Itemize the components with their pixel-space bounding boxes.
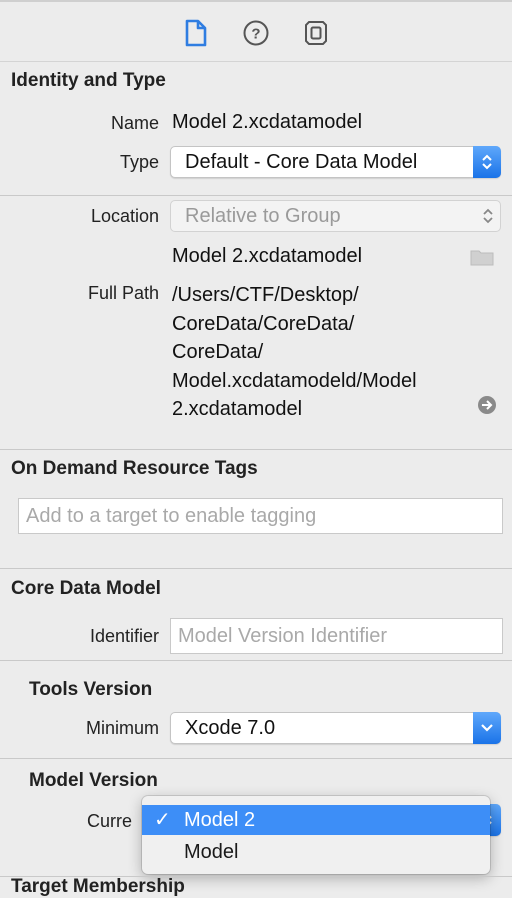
full-path-line: CoreData/CoreData/ [172, 312, 355, 335]
type-label: Type [119, 152, 159, 172]
location-popup-value: Relative to Group [185, 205, 341, 227]
name-label: Name [110, 113, 159, 133]
identity-type-title: Identity and Type [11, 70, 166, 91]
location-popup: Relative to Group [170, 200, 501, 232]
name-value[interactable]: Model 2.xcdatamodel [172, 111, 362, 134]
identity-inspector-icon[interactable] [301, 18, 331, 48]
full-path-label: Full Path [87, 283, 159, 303]
tags-input: Add to a target to enable tagging [18, 498, 503, 534]
section-divider [0, 568, 512, 569]
menu-item-model[interactable]: Model [142, 837, 490, 867]
location-file-value: Model 2.xcdatamodel [172, 245, 363, 267]
minimum-popup-value: Xcode 7.0 [185, 717, 276, 739]
on-demand-title: On Demand Resource Tags [11, 458, 258, 479]
up-down-stepper-icon [482, 201, 494, 231]
tools-version-title: Tools Version [29, 679, 153, 700]
menu-item-model-2[interactable]: ✓ Model 2 [142, 805, 490, 835]
model-version-title: Model Version [29, 770, 158, 791]
quick-help-icon[interactable]: ? [241, 18, 271, 48]
location-label: Location [90, 206, 159, 226]
section-divider [0, 449, 512, 450]
full-path-line: CoreData/ [172, 341, 264, 363]
checkmark-icon: ✓ [154, 809, 171, 831]
current-label: Curre [87, 811, 133, 831]
menu-item-label: Model 2 [184, 809, 256, 831]
minimum-popup[interactable]: Xcode 7.0 [170, 712, 501, 744]
minimum-label: Minimum [85, 718, 159, 738]
identifier-input[interactable]: Model Version Identifier [170, 618, 503, 654]
full-path-value: /Users/CTF/Desktop/ CoreData/CoreData/ C… [172, 281, 417, 424]
svg-text:?: ? [251, 26, 260, 43]
file-inspector-icon[interactable] [181, 18, 211, 48]
inspector-toolbar: ? [0, 0, 512, 62]
folder-icon[interactable] [470, 248, 494, 271]
target-membership-title: Target Membership [11, 876, 185, 897]
full-path-line: Model.xcdatamodeld/Model [172, 369, 417, 392]
core-data-model-title: Core Data Model [11, 578, 161, 599]
identity-divider [0, 195, 512, 196]
subsection-divider [0, 758, 512, 759]
type-popup-value: Default - Core Data Model [185, 151, 418, 173]
chevron-down-icon [473, 712, 501, 744]
model-version-menu: ✓ Model 2 Model [142, 796, 490, 874]
reveal-arrow-icon[interactable] [477, 395, 497, 420]
identifier-label: Identifier [89, 626, 159, 646]
menu-item-label: Model [184, 841, 239, 863]
full-path-line: 2.xcdatamodel [172, 398, 303, 420]
subsection-divider [0, 660, 512, 661]
type-popup[interactable]: Default - Core Data Model [170, 146, 501, 178]
full-path-line: /Users/CTF/Desktop/ [172, 284, 359, 306]
up-down-stepper-icon [473, 146, 501, 178]
